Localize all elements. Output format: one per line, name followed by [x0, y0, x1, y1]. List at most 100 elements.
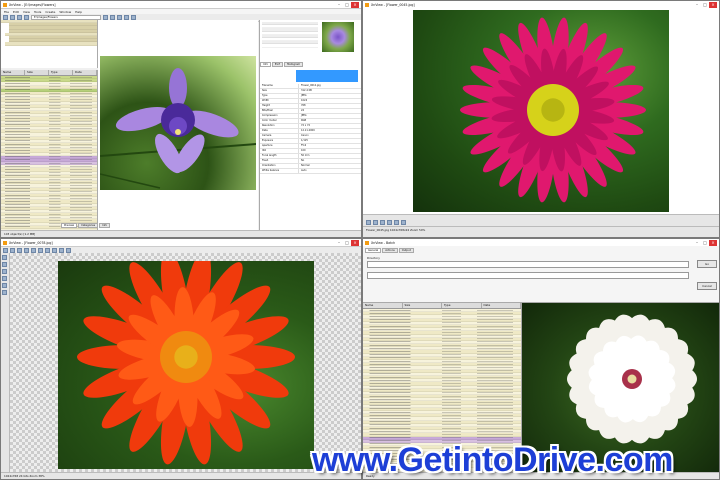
- cancel-button[interactable]: Cancel: [697, 282, 717, 290]
- file-list[interactable]: Name Size Type Date: [1, 70, 98, 230]
- property-key: Filename: [260, 84, 299, 88]
- minimize-button[interactable]: –: [335, 240, 343, 246]
- maximize-button[interactable]: □: [701, 2, 709, 8]
- tab-histogram[interactable]: Histogram: [283, 62, 304, 67]
- flower-center-inner: [174, 345, 198, 369]
- property-value: 12.11.2009: [301, 129, 315, 132]
- brush-tool-icon[interactable]: [2, 269, 7, 274]
- browser-window: XnView - [E:\Images\Flowers] – □ × File …: [0, 0, 362, 238]
- property-value: 768: [301, 104, 306, 107]
- property-key: Compression: [260, 114, 299, 118]
- property-value: Flower_0012.jpg: [301, 84, 321, 87]
- directory-input[interactable]: [367, 261, 689, 268]
- property-key: Date: [260, 129, 299, 133]
- tab-categories[interactable]: Categories: [78, 223, 99, 228]
- minimize-button[interactable]: –: [335, 2, 343, 8]
- property-key: Camera: [260, 134, 299, 138]
- close-button[interactable]: ×: [351, 1, 359, 8]
- watermark-text: www.GetintoDrive.com: [312, 441, 673, 479]
- app-icon: [3, 240, 7, 245]
- column-name[interactable]: Name: [363, 303, 403, 308]
- editor-canvas: [10, 253, 361, 473]
- property-key: Size: [260, 89, 299, 93]
- properties-list: Filename Flower_0012.jpg Size 312.4 KB Type J…: [260, 84, 361, 174]
- status-bar: 1024x768 24 bits Zoom 38%: [1, 472, 361, 479]
- tab-actions[interactable]: Actions: [382, 248, 398, 253]
- zoom-out-icon[interactable]: [387, 219, 392, 225]
- prev-icon[interactable]: [366, 219, 371, 225]
- preview-image: [100, 56, 256, 190]
- column-type[interactable]: Type: [442, 303, 482, 308]
- property-value: 1024: [301, 99, 308, 102]
- column-date[interactable]: Date: [73, 70, 97, 75]
- next-icon[interactable]: [373, 219, 378, 225]
- tab-exif[interactable]: Exif: [271, 62, 283, 67]
- property-value: 50 mm: [301, 154, 310, 157]
- viewer-window-red-flower: XnView - [Flower_0078.jpg] – □ × 1024x76…: [0, 238, 362, 480]
- property-key: Focal length: [260, 154, 299, 158]
- folder-tree[interactable]: [1, 20, 98, 68]
- tab-preview[interactable]: Preview: [61, 223, 78, 228]
- eraser-tool-icon[interactable]: [2, 276, 7, 281]
- menu-create[interactable]: Create: [45, 10, 55, 14]
- column-size[interactable]: Size: [403, 303, 442, 308]
- column-name[interactable]: Name: [1, 70, 25, 75]
- property-key: Color model: [260, 119, 299, 123]
- menu-edit[interactable]: Edit: [13, 10, 19, 14]
- zoom-in-icon[interactable]: [380, 219, 385, 225]
- close-button[interactable]: ×: [709, 1, 717, 8]
- window-title: XnView - [Flower_0045.jpg]: [371, 2, 415, 7]
- property-key: Flash: [260, 159, 299, 163]
- bottom-tabs: Preview Categories Info: [61, 223, 111, 228]
- text-tool-icon[interactable]: [2, 283, 7, 288]
- property-value: 1/125: [301, 139, 308, 142]
- property-value: 312.4 KB: [301, 89, 312, 92]
- ok-button[interactable]: Go: [697, 260, 717, 268]
- fullscreen-icon[interactable]: [401, 219, 406, 225]
- property-row[interactable]: White balance Auto: [260, 169, 361, 174]
- property-value: 72 x 72: [301, 124, 311, 127]
- maximize-button[interactable]: □: [343, 240, 351, 246]
- menu-view[interactable]: View: [23, 10, 30, 14]
- selected-prop-row[interactable]: [296, 70, 358, 82]
- maximize-button[interactable]: □: [701, 240, 709, 246]
- select-tool-icon[interactable]: [2, 255, 7, 260]
- preview-panel: [98, 20, 258, 230]
- property-key: Width: [260, 99, 299, 103]
- flower-center-inner: [541, 98, 565, 122]
- close-button[interactable]: ×: [351, 239, 359, 246]
- column-size[interactable]: Size: [25, 70, 49, 75]
- move-tool-icon[interactable]: [2, 262, 7, 267]
- property-key: Aperture: [260, 144, 299, 148]
- fill-tool-icon[interactable]: [2, 290, 7, 295]
- tab-general[interactable]: General: [365, 248, 382, 253]
- menu-file[interactable]: File: [4, 10, 9, 14]
- tab-info[interactable]: Info: [260, 62, 271, 67]
- property-value: RGB: [301, 119, 307, 122]
- window-title: XnView - [E:\Images\Flowers]: [9, 2, 56, 7]
- menu-help[interactable]: Help: [75, 10, 82, 14]
- rotate-icon[interactable]: [394, 219, 399, 225]
- summary-lines: [262, 22, 318, 48]
- output-input[interactable]: [367, 272, 689, 279]
- tab-info-bottom[interactable]: Info: [99, 223, 111, 228]
- tab-output[interactable]: Output: [398, 248, 414, 253]
- tree-item[interactable]: [5, 42, 97, 46]
- viewer-window-daisy: XnView - [Flower_0045.jpg] – □ × Flower_…: [362, 0, 720, 238]
- close-button[interactable]: ×: [709, 239, 717, 246]
- column-date[interactable]: Date: [482, 303, 521, 308]
- property-key: Exposure: [260, 139, 299, 143]
- column-type[interactable]: Type: [49, 70, 73, 75]
- minimize-button[interactable]: –: [693, 2, 701, 8]
- property-value: 100: [301, 149, 306, 152]
- maximize-button[interactable]: □: [343, 2, 351, 8]
- window-title: XnView - Batch: [371, 240, 396, 245]
- menu-tools[interactable]: Tools: [34, 10, 41, 14]
- menu-window[interactable]: Window: [59, 10, 71, 14]
- app-icon: [3, 2, 7, 7]
- window-title: XnView - [Flower_0078.jpg]: [9, 240, 53, 245]
- minimize-button[interactable]: –: [693, 240, 701, 246]
- app-icon: [365, 2, 369, 7]
- viewer-canvas: [363, 8, 719, 214]
- daisy-photo: [413, 10, 669, 212]
